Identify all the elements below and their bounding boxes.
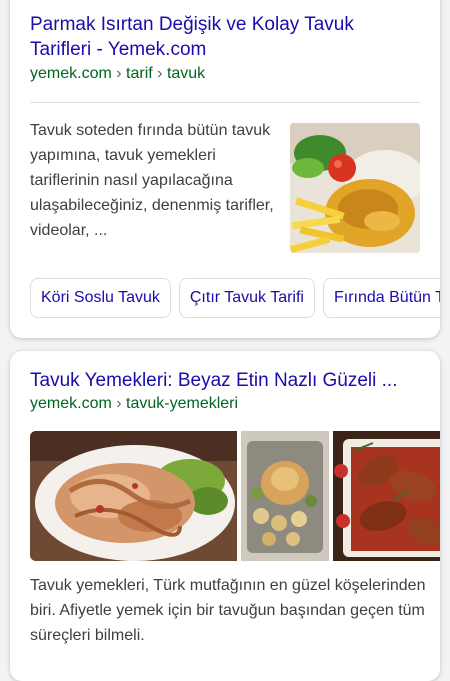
url-path-segment: tavuk bbox=[166, 65, 206, 82]
gallery-image-shredded-chicken[interactable] bbox=[30, 431, 237, 561]
breadcrumb-separator-icon: › bbox=[116, 65, 127, 82]
result-thumbnail-image[interactable] bbox=[290, 123, 420, 253]
url-path-segment: tavuk-yemekleri bbox=[126, 395, 239, 412]
url-path-segment: tarif bbox=[126, 65, 153, 82]
chip-kori-soslu-tavuk[interactable]: Köri Soslu Tavuk bbox=[30, 278, 171, 318]
result-snippet: Tavuk yemekleri, Türk mutfağının en güze… bbox=[30, 577, 426, 644]
result-title-link[interactable]: Tavuk Yemekleri: Beyaz Etin Nazlı Güzeli… bbox=[30, 368, 425, 393]
chip-firinda-butun-tavuk[interactable]: Fırında Bütün Tavuk bbox=[322, 278, 440, 318]
url-domain: yemek.com bbox=[30, 395, 112, 412]
gallery-image-chicken-vegetables[interactable] bbox=[241, 431, 329, 561]
result-breadcrumb-url[interactable]: yemek.com › tarif › tavuk bbox=[30, 64, 205, 84]
result-title-link[interactable]: Parmak Isırtan Değişik ve Kolay Tavuk Ta… bbox=[30, 12, 410, 62]
related-searches-chips: Köri Soslu Tavuk Çıtır Tavuk Tarifi Fırınd… bbox=[30, 278, 440, 318]
breadcrumb-separator-icon: › bbox=[157, 65, 167, 82]
image-gallery bbox=[30, 431, 440, 561]
result-breadcrumb-url[interactable]: yemek.com › tavuk-yemekleri bbox=[30, 394, 238, 414]
gallery-image-roasted-drumsticks[interactable] bbox=[333, 431, 440, 561]
chip-citir-tavuk-tarifi[interactable]: Çıtır Tavuk Tarifi bbox=[178, 278, 315, 318]
url-domain: yemek.com bbox=[30, 65, 112, 82]
divider bbox=[30, 102, 420, 103]
breadcrumb-separator-icon: › bbox=[116, 395, 127, 412]
result-snippet: Tavuk soteden fırında bütün tavuk yapımı… bbox=[30, 122, 274, 239]
search-result-card: Tavuk Yemekleri: Beyaz Etin Nazlı Güzeli… bbox=[10, 351, 440, 681]
search-result-card: Parmak Isırtan Değişik ve Kolay Tavuk Ta… bbox=[10, 0, 440, 338]
